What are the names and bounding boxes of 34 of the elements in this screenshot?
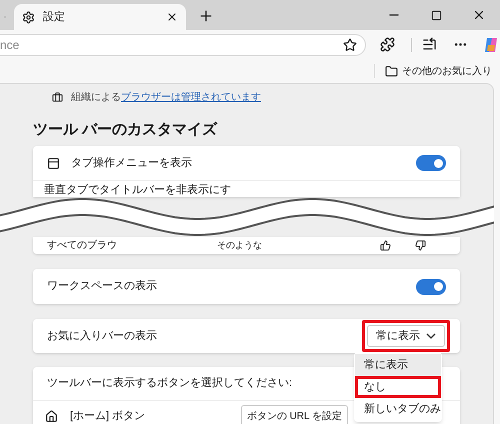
dropdown-select[interactable]: 常に表示 bbox=[367, 325, 445, 347]
favorites-icon[interactable] bbox=[422, 37, 437, 52]
star-icon[interactable] bbox=[343, 38, 357, 52]
section-title: ツール バーのカスタマイズ bbox=[33, 120, 218, 140]
favorites-folder[interactable]: その他のお気に入り bbox=[385, 64, 492, 78]
briefcase-icon bbox=[52, 92, 63, 102]
folder-icon bbox=[385, 64, 398, 78]
setting-label: 垂直タブでタイトルバーを非表示にす bbox=[44, 182, 231, 198]
setting-label: ツールバーに表示するボタンを選択してください: bbox=[47, 376, 292, 392]
thumbs-up-icon[interactable] bbox=[380, 240, 391, 251]
setting-label: タブ操作メニューを表示 bbox=[71, 156, 193, 171]
toggle-switch[interactable] bbox=[416, 278, 446, 294]
managed-notice: 組織によるブラウザーは管理されています bbox=[71, 90, 261, 104]
setting-label: すべてのブラウ bbox=[47, 238, 118, 253]
home-icon bbox=[45, 410, 58, 422]
copilot-icon[interactable] bbox=[482, 36, 500, 54]
settings-icon bbox=[22, 10, 35, 24]
tab-menu-icon bbox=[47, 156, 60, 170]
toggle-switch[interactable] bbox=[416, 155, 446, 171]
thumbs-down-icon[interactable] bbox=[415, 240, 426, 251]
chevron-down-icon bbox=[426, 333, 436, 339]
managed-link[interactable]: ブラウザーは管理されています bbox=[121, 92, 261, 102]
dropdown-option[interactable]: 常に表示 bbox=[355, 354, 441, 376]
setting-label: お気に入りバーの表示 bbox=[47, 328, 158, 344]
new-tab-icon[interactable] bbox=[198, 8, 214, 24]
setting-label: [ホーム] ボタン bbox=[70, 408, 146, 424]
set-url-button[interactable]: ボタンの URL を設定 bbox=[240, 405, 348, 424]
tab-title: 設定 bbox=[43, 10, 66, 25]
browser-tab[interactable]: 設定 bbox=[14, 4, 186, 30]
puzzle-icon[interactable] bbox=[380, 37, 395, 52]
dropdown-option[interactable]: なし bbox=[355, 376, 441, 398]
setting-label: ワークスペースの表示 bbox=[47, 279, 158, 294]
setting-description: そのような bbox=[217, 238, 263, 252]
maximize-icon[interactable] bbox=[431, 10, 442, 20]
